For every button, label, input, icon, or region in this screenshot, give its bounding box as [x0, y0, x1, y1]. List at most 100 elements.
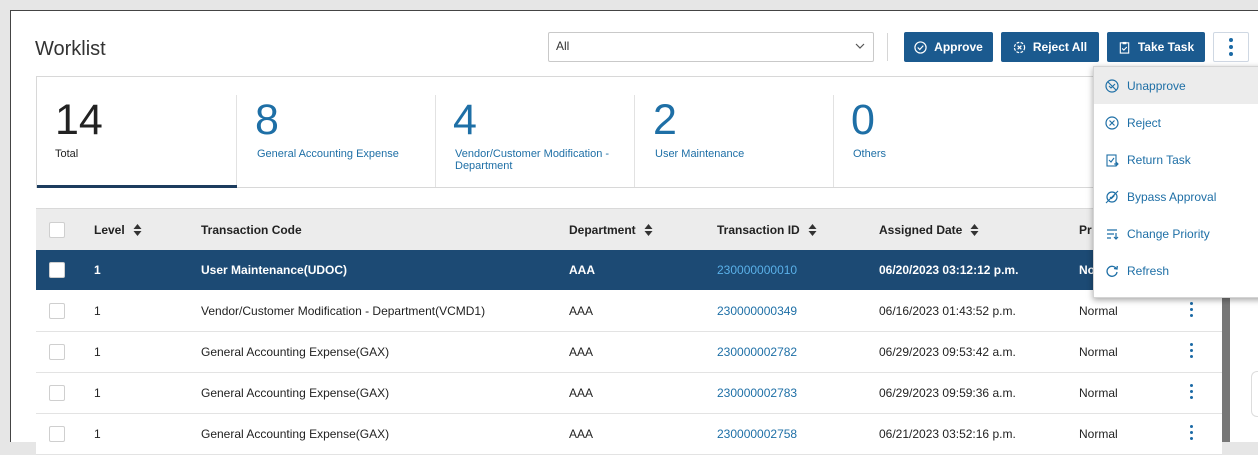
- approve-button[interactable]: Approve: [904, 32, 993, 62]
- cell-transaction-code: General Accounting Expense(GAX): [201, 345, 390, 359]
- kebab-dot: [1229, 52, 1233, 56]
- row-actions-button[interactable]: [1190, 343, 1193, 358]
- unapprove-icon: [1105, 78, 1119, 93]
- cell-transaction-id[interactable]: 230000002782: [717, 345, 797, 359]
- summary-label: General Accounting Expense: [257, 148, 399, 160]
- col-label: Pr: [1079, 223, 1092, 237]
- cell-level: 1: [94, 427, 101, 441]
- menu-item-refresh[interactable]: Refresh: [1094, 252, 1258, 289]
- cell-assigned-date: 06/16/2023 01:43:52 p.m.: [879, 304, 1016, 318]
- row-checkbox[interactable]: [49, 385, 65, 401]
- menu-item-reject[interactable]: Reject: [1094, 104, 1258, 141]
- row-actions-button[interactable]: [1190, 425, 1193, 440]
- cell-assigned-date: 06/21/2023 03:52:16 p.m.: [879, 427, 1016, 441]
- cell-level: 1: [94, 386, 101, 400]
- menu-item-unapprove[interactable]: Unapprove: [1094, 67, 1258, 104]
- take-task-button[interactable]: Take Task: [1107, 32, 1205, 62]
- col-priority[interactable]: Pr: [1079, 223, 1092, 237]
- cell-transaction-id[interactable]: 230000000010: [717, 263, 797, 277]
- summary-label: Vendor/Customer Modification - Departmen…: [455, 148, 610, 172]
- cell-transaction-code: User Maintenance(UDOC): [201, 263, 348, 277]
- table-row[interactable]: 1 General Accounting Expense(GAX) AAA 23…: [36, 414, 1222, 455]
- cell-department: AAA: [569, 345, 594, 359]
- table-row[interactable]: 1 Vendor/Customer Modification - Departm…: [36, 291, 1222, 332]
- kebab-dot: [1229, 45, 1233, 49]
- cell-priority: Normal: [1079, 427, 1118, 441]
- select-all-checkbox[interactable]: [49, 222, 65, 238]
- menu-item-return-task[interactable]: Return Task: [1094, 141, 1258, 178]
- more-actions-button[interactable]: [1213, 32, 1249, 62]
- summary-total[interactable]: 14 Total: [37, 77, 237, 189]
- filter-value: All: [556, 39, 570, 53]
- reject-icon: [1105, 115, 1119, 130]
- return-task-icon: [1106, 153, 1119, 167]
- sort-icon: [808, 224, 817, 236]
- filter-select[interactable]: All: [548, 32, 874, 62]
- table-header: Level Transaction Code Department Transa…: [36, 208, 1222, 251]
- table-row[interactable]: 1 User Maintenance(UDOC) AAA 23000000001…: [36, 250, 1222, 290]
- priority-icon: [1107, 228, 1119, 240]
- menu-item-label: Return Task: [1127, 152, 1191, 167]
- cell-transaction-id[interactable]: 230000000349: [717, 304, 797, 318]
- cell-department: AAA: [569, 386, 594, 400]
- col-label: Level: [94, 223, 125, 237]
- cell-priority: Normal: [1079, 345, 1118, 359]
- row-actions-button[interactable]: [1190, 384, 1193, 399]
- table-row[interactable]: 1 General Accounting Expense(GAX) AAA 23…: [36, 332, 1222, 373]
- summary-tabs: 14 Total 8 General Accounting Expense 4 …: [36, 76, 1236, 188]
- summary-count: 0: [851, 96, 875, 144]
- col-level[interactable]: Level: [94, 223, 142, 237]
- reject-all-label: Reject All: [1032, 40, 1088, 54]
- col-department[interactable]: Department: [569, 223, 653, 237]
- summary-user-maintenance[interactable]: 2 User Maintenance: [653, 77, 833, 189]
- toolbar-divider: [887, 33, 888, 61]
- menu-item-label: Bypass Approval: [1127, 189, 1217, 204]
- cell-assigned-date: 06/20/2023 03:12:12 p.m.: [879, 263, 1019, 277]
- row-checkbox[interactable]: [49, 262, 65, 278]
- cell-level: 1: [94, 345, 101, 359]
- cell-department: AAA: [569, 427, 594, 441]
- row-checkbox[interactable]: [49, 344, 65, 360]
- reject-all-button[interactable]: Reject All: [1001, 32, 1099, 62]
- summary-label: Others: [853, 148, 887, 160]
- menu-item-label: Refresh: [1127, 263, 1170, 278]
- menu-item-label: Change Priority: [1127, 226, 1210, 241]
- cell-transaction-code: Vendor/Customer Modification - Departmen…: [201, 304, 486, 318]
- summary-divider: [435, 95, 436, 187]
- summary-general-accounting[interactable]: 8 General Accounting Expense: [255, 77, 435, 189]
- cell-transaction-id[interactable]: 230000002758: [717, 427, 797, 441]
- summary-count: 14: [55, 96, 103, 144]
- row-actions-button[interactable]: [1190, 302, 1193, 317]
- col-transaction-id[interactable]: Transaction ID: [717, 223, 817, 237]
- table-row[interactable]: 1 General Accounting Expense(GAX) AAA 23…: [36, 373, 1222, 414]
- col-assigned-date[interactable]: Assigned Date: [879, 223, 979, 237]
- col-label: Assigned Date: [879, 223, 963, 237]
- summary-divider: [634, 95, 635, 187]
- col-label: Transaction ID: [717, 223, 800, 237]
- approve-label: Approve: [934, 40, 983, 54]
- take-task-label: Take Task: [1137, 40, 1195, 54]
- cell-priority: Normal: [1079, 386, 1118, 400]
- sort-icon: [970, 224, 979, 236]
- summary-others[interactable]: 0 Others: [851, 77, 1031, 189]
- col-transaction-code: Transaction Code: [201, 223, 302, 237]
- cell-transaction-id[interactable]: 230000002783: [717, 386, 797, 400]
- row-checkbox[interactable]: [49, 426, 65, 442]
- cell-level: 1: [94, 263, 101, 277]
- side-panel-handle[interactable]: [1251, 371, 1258, 417]
- check-circle-icon: [914, 40, 927, 54]
- sort-icon: [133, 224, 142, 236]
- row-checkbox[interactable]: [49, 303, 65, 319]
- summary-vendor-customer[interactable]: 4 Vendor/Customer Modification - Departm…: [453, 77, 633, 189]
- menu-item-label: Reject: [1127, 115, 1162, 130]
- active-tab-indicator: [37, 185, 237, 188]
- bypass-icon: [1105, 190, 1119, 203]
- scrollbar[interactable]: [1222, 291, 1230, 442]
- clipboard-icon: [1119, 41, 1130, 54]
- page-title: Worklist: [35, 38, 106, 60]
- kebab-dot: [1229, 38, 1233, 42]
- more-actions-menu: Unapprove Reject Return Task Bypass Appr…: [1093, 66, 1258, 298]
- menu-item-change-priority[interactable]: Change Priority: [1094, 215, 1258, 252]
- menu-item-bypass-approval[interactable]: Bypass Approval: [1094, 178, 1258, 215]
- summary-label: User Maintenance: [655, 148, 745, 160]
